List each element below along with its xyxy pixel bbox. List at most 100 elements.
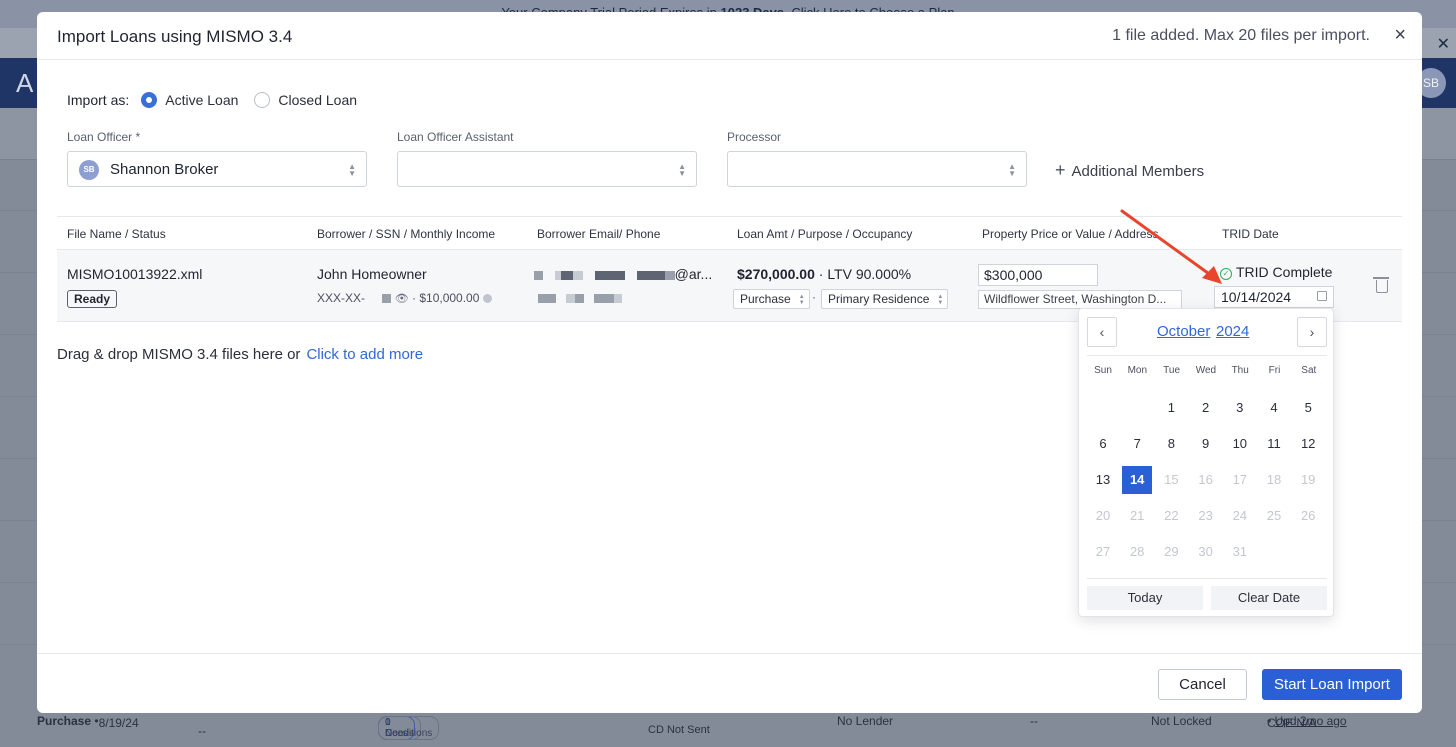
- calendar-day[interactable]: 13: [1088, 466, 1118, 494]
- column-header: Loan Amt / Purpose / Occupancy: [737, 227, 913, 241]
- borrower-email: @ar...: [534, 266, 712, 282]
- cd-status[interactable]: CD Not Sent: [648, 724, 710, 736]
- select-caret-icon: ▲ ▼: [678, 162, 686, 178]
- file-count-text: 1 file added. Max 20 files per import.: [1112, 27, 1370, 44]
- select-caret-icon: ▲ ▼: [798, 294, 805, 306]
- trash-icon[interactable]: [1373, 277, 1389, 293]
- calendar-icon[interactable]: [1317, 291, 1327, 301]
- column-header: TRID Date: [1222, 227, 1279, 241]
- calendar-day: 16: [1198, 472, 1213, 487]
- calendar-day[interactable]: 8: [1156, 430, 1186, 458]
- column-header: Borrower / SSN / Monthly Income: [317, 227, 496, 241]
- loan-officer-value: Shannon Broker: [110, 161, 219, 178]
- calendar-day: 25: [1266, 508, 1282, 523]
- trid-date-input[interactable]: 10/14/2024: [1214, 286, 1334, 308]
- calendar-day: 24: [1232, 508, 1248, 523]
- column-header: Borrower Email/ Phone: [537, 227, 661, 241]
- loan-officer-select[interactable]: SB Shannon Broker ▲ ▼: [67, 151, 367, 187]
- weekday-label: Tue: [1163, 365, 1181, 376]
- assistant-select[interactable]: ▲ ▼: [397, 151, 697, 187]
- calendar-day[interactable]: 11: [1259, 430, 1289, 458]
- radio-selected-icon[interactable]: [141, 92, 158, 108]
- clear-date-button[interactable]: Clear Date: [1211, 586, 1327, 610]
- date-picker: ‹ October 2024 › Sun Mon Tue Wed Thu Fri Sat 1…: [1078, 308, 1334, 617]
- import-as-label: Import as:: [67, 92, 130, 108]
- processor-select[interactable]: ▲ ▼: [727, 151, 1027, 187]
- weekday-label: Mon: [1127, 365, 1148, 376]
- drop-zone[interactable]: Drag & drop MISMO 3.4 files here or Click…: [57, 346, 423, 363]
- property-address-input[interactable]: Wildflower Street, Washington D...: [978, 290, 1182, 309]
- assistant-label: Loan Officer Assistant: [397, 130, 514, 144]
- background-loan-row: Purchase • 8/19/24 -- 0 Needs 1 Docs 0 C…: [37, 714, 1347, 740]
- info-icon[interactable]: [483, 294, 493, 304]
- calendar-day: 30: [1198, 544, 1213, 559]
- calendar-day[interactable]: 9: [1191, 430, 1221, 458]
- calendar-day-selected[interactable]: 14: [1122, 466, 1153, 494]
- close-icon[interactable]: ×: [1394, 24, 1406, 47]
- calendar-day[interactable]: 2: [1191, 394, 1221, 422]
- annotation-arrow-icon: [1120, 209, 1222, 284]
- radio-active-loan[interactable]: Active Loan: [141, 92, 238, 108]
- calendar-day: 28: [1129, 544, 1145, 559]
- calendar-day[interactable]: 4: [1259, 394, 1289, 422]
- property-price-input[interactable]: $300,000: [978, 264, 1098, 286]
- calendar-day: 15: [1164, 472, 1179, 487]
- calendar-day: 20: [1095, 508, 1111, 523]
- avatar: SB: [79, 160, 99, 180]
- status-badge: Ready: [67, 290, 118, 308]
- divider: [1087, 578, 1327, 579]
- column-header: File Name / Status: [67, 227, 166, 241]
- ssn-income: XXX-XX- 👁 · $10,000.00: [317, 291, 493, 305]
- radio-closed-loan[interactable]: Closed Loan: [254, 92, 357, 108]
- select-caret-icon: ▲ ▼: [937, 294, 944, 306]
- calendar-day: 19: [1300, 472, 1316, 487]
- calendar-day[interactable]: 6: [1088, 430, 1118, 458]
- calendar-day: 31: [1232, 544, 1248, 559]
- weekday-label: Sat: [1301, 365, 1317, 376]
- today-button[interactable]: Today: [1087, 586, 1203, 610]
- calendar-day: 21: [1129, 508, 1145, 523]
- weekday-label: Fri: [1268, 365, 1281, 376]
- calendar-day[interactable]: 10: [1225, 430, 1255, 458]
- next-month-chevron-icon[interactable]: ›: [1297, 317, 1327, 347]
- calendar-day: 22: [1164, 508, 1179, 523]
- modal-header: Import Loans using MISMO 3.4 1 file adde…: [37, 12, 1422, 60]
- import-as-group: Import as: Active Loan Closed Loan: [67, 92, 373, 108]
- prev-month-chevron-icon[interactable]: ‹: [1087, 317, 1117, 347]
- calendar-day: 18: [1266, 472, 1282, 487]
- calendar-day: 17: [1232, 472, 1248, 487]
- calendar-day: 26: [1300, 508, 1316, 523]
- calendar-day: 27: [1095, 544, 1111, 559]
- start-loan-import-button[interactable]: Start Loan Import: [1262, 669, 1402, 700]
- calendar-day: 29: [1164, 544, 1179, 559]
- conditions-pill[interactable]: 0 Conditions: [378, 716, 440, 740]
- divider: [1087, 355, 1327, 356]
- loan-amount-ltv: $270,000.00 · LTV 90.000%: [737, 266, 912, 282]
- weekday-label: Thu: [1231, 365, 1249, 376]
- processor-label: Processor: [727, 130, 782, 144]
- weekday-label: Sun: [1094, 365, 1112, 376]
- modal-footer: Cancel Start Loan Import: [37, 653, 1422, 713]
- plus-icon: +: [1055, 160, 1066, 180]
- calendar-day[interactable]: 1: [1156, 394, 1186, 422]
- year-select[interactable]: 2024: [1216, 323, 1249, 340]
- borrower-name: John Homeowner: [317, 266, 427, 282]
- calendar-day[interactable]: 7: [1122, 430, 1152, 458]
- modal-title: Import Loans using MISMO 3.4: [57, 27, 293, 46]
- cancel-button[interactable]: Cancel: [1158, 669, 1247, 700]
- weekday-label: Wed: [1195, 365, 1217, 376]
- banner-close-icon[interactable]: ✕: [1437, 34, 1450, 54]
- add-more-link[interactable]: Click to add more: [306, 346, 423, 363]
- calendar-day[interactable]: 12: [1293, 430, 1323, 458]
- trid-status: ✓ TRID Complete: [1220, 264, 1332, 280]
- calendar-day[interactable]: 5: [1293, 394, 1323, 422]
- occupancy-select[interactable]: Primary Residence ▲ ▼: [821, 289, 949, 309]
- radio-unselected-icon[interactable]: [254, 92, 271, 108]
- calendar-day[interactable]: 3: [1225, 394, 1255, 422]
- masked-ssn: [382, 294, 392, 304]
- app-logo: A: [16, 68, 34, 98]
- month-select[interactable]: October: [1157, 323, 1210, 340]
- eye-icon[interactable]: 👁: [395, 292, 409, 305]
- purpose-select[interactable]: Purchase ▲ ▼: [733, 289, 810, 309]
- additional-members-button[interactable]: + Additional Members: [1055, 160, 1204, 181]
